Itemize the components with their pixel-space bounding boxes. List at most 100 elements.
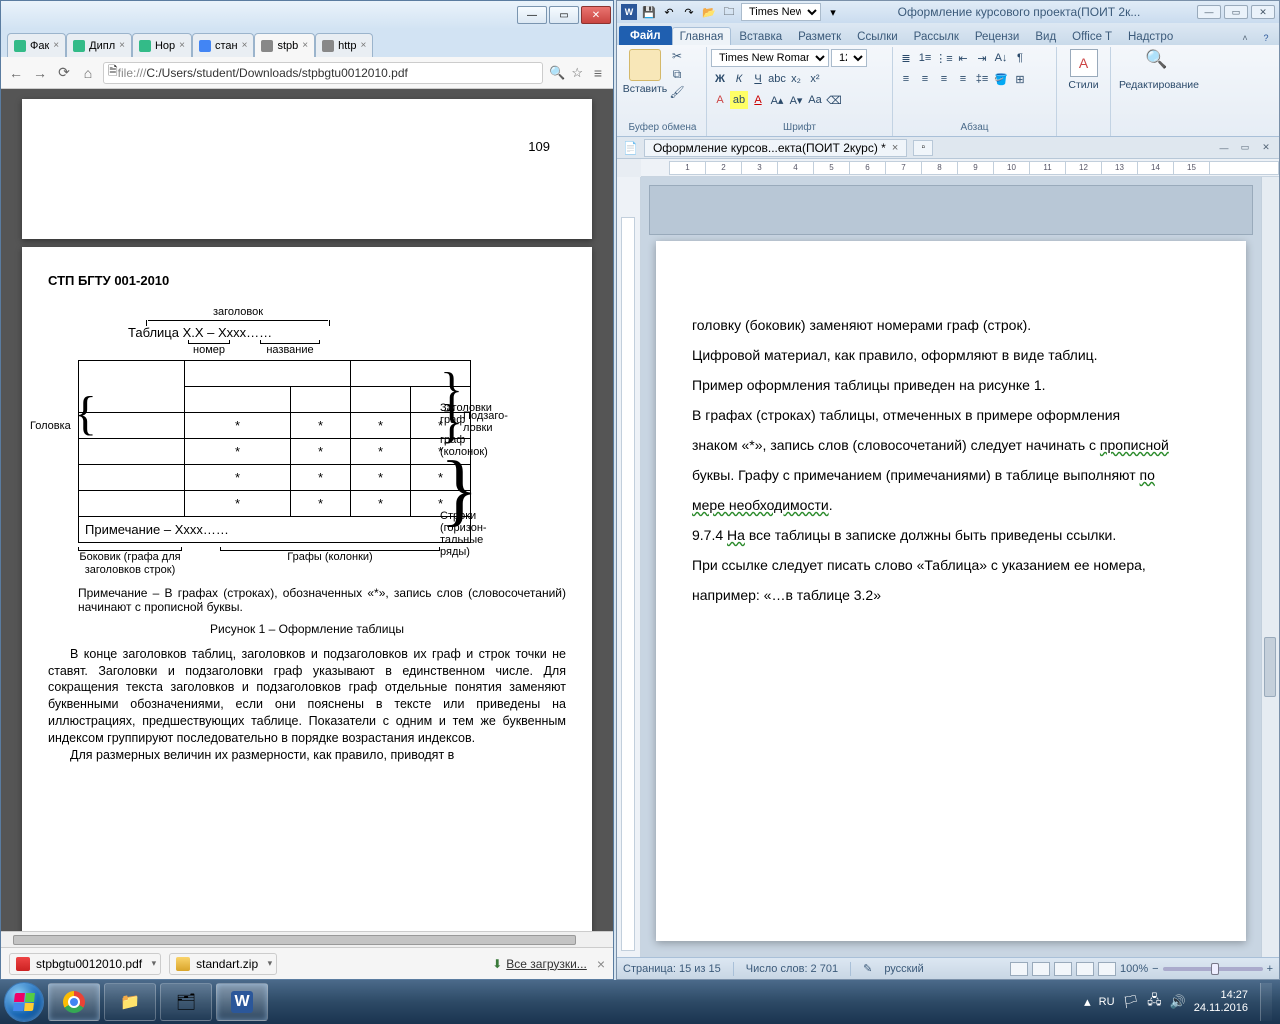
draft-view[interactable]	[1098, 962, 1116, 976]
home-button[interactable]: ⌂	[79, 64, 97, 82]
pdf-viewer[interactable]: 109 СТП БГТУ 001-2010 заголовок Таблица …	[1, 89, 613, 931]
back-button[interactable]: ←	[7, 64, 25, 82]
spellcheck-icon[interactable]: ✎	[863, 962, 872, 975]
new-doc-tab[interactable]: ▫	[913, 140, 933, 156]
styles-button[interactable]: AСтили	[1062, 49, 1106, 133]
read-view[interactable]	[1032, 962, 1050, 976]
close-tab-icon[interactable]: ×	[119, 40, 125, 51]
help-icon[interactable]: ?	[1257, 31, 1275, 45]
taskbar-word[interactable]: W	[216, 983, 268, 1021]
volume-icon[interactable]: 🔊	[1170, 994, 1186, 1010]
ribbon-tab-layout[interactable]: Разметк	[790, 27, 849, 45]
bullets-button[interactable]: ≣	[897, 49, 915, 67]
copy-icon[interactable]: ⧉	[669, 67, 685, 81]
start-button[interactable]	[4, 982, 44, 1022]
scroll-thumb[interactable]	[13, 935, 576, 945]
close-tab-icon[interactable]: ×	[53, 40, 59, 51]
star-icon[interactable]: ☆	[571, 65, 583, 81]
redo-icon[interactable]: ↷	[681, 4, 697, 20]
justify-button[interactable]: ≡	[954, 70, 972, 88]
maximize-button[interactable]: ▭	[549, 6, 579, 24]
shrink-font-button[interactable]: A▾	[787, 91, 805, 109]
ribbon-minimize-icon[interactable]: ˄	[1236, 31, 1254, 45]
borders-button[interactable]: ⊞	[1011, 70, 1029, 88]
close-button[interactable]: ✕	[581, 6, 611, 24]
format-painter-icon[interactable]: 🖌	[669, 85, 685, 99]
highlight-button[interactable]: ab	[730, 91, 748, 109]
ribbon-tab-nadstr[interactable]: Надстро	[1120, 27, 1181, 45]
close-doc-icon[interactable]: ×	[892, 142, 898, 154]
superscript-button[interactable]: x²	[806, 70, 824, 88]
document-page[interactable]: головку (боковик) заменяют номерами граф…	[656, 241, 1246, 941]
ribbon-tab-mail[interactable]: Рассылк	[906, 27, 967, 45]
download-item[interactable]: standart.zip▾	[169, 953, 277, 975]
chevron-down-icon[interactable]: ▾	[268, 958, 273, 969]
save-icon[interactable]: 💾	[641, 4, 657, 20]
zoom-out-button[interactable]: −	[1152, 963, 1158, 975]
browser-tab[interactable]: стан×	[192, 33, 254, 57]
undo-icon[interactable]: ↶	[661, 4, 677, 20]
increase-indent-button[interactable]: ⇥	[973, 49, 991, 67]
browser-tab[interactable]: Дипл×	[66, 33, 132, 57]
vertical-ruler[interactable]	[617, 177, 641, 957]
restore-button[interactable]: ▭	[1224, 5, 1248, 19]
close-tab-icon[interactable]: ×	[179, 40, 185, 51]
tray-up-icon[interactable]: ▴	[1084, 994, 1091, 1010]
language-indicator[interactable]: RU	[1099, 996, 1115, 1008]
folder-icon[interactable]: 🗀	[721, 4, 737, 20]
ribbon-tab-office[interactable]: Office T	[1064, 27, 1120, 45]
horizontal-ruler[interactable]: 123456789101112131415	[641, 159, 1279, 177]
align-left-button[interactable]: ≡	[897, 70, 915, 88]
horizontal-scrollbar[interactable]	[1, 931, 613, 947]
menu-button[interactable]: ≡	[589, 64, 607, 82]
chevron-down-icon[interactable]: ▾	[152, 958, 157, 969]
cut-icon[interactable]: ✂	[669, 49, 685, 63]
zoom-in-button[interactable]: +	[1267, 963, 1273, 975]
document-canvas[interactable]: головку (боковик) заменяют номерами граф…	[641, 177, 1261, 957]
address-bar[interactable]: 🗎 file:///C:/Users/student/Downloads/stp…	[103, 62, 543, 84]
numbering-button[interactable]: 1≡	[916, 49, 934, 67]
document-tab[interactable]: Оформление курсов...екта(ПОИТ 2курс) *×	[644, 139, 907, 157]
ribbon-tab-home[interactable]: Главная	[672, 27, 732, 45]
doc-close-button[interactable]: ✕	[1257, 141, 1275, 155]
status-words[interactable]: Число слов: 2 701	[746, 963, 838, 975]
taskbar-chrome[interactable]	[48, 983, 100, 1021]
network-icon[interactable]: 🖧	[1147, 991, 1162, 1013]
ribbon-tab-insert[interactable]: Вставка	[731, 27, 790, 45]
close-tab-icon[interactable]: ×	[242, 40, 248, 51]
font-size-select[interactable]: 12	[831, 49, 867, 67]
text-effects-button[interactable]: A	[711, 91, 729, 109]
close-tab-icon[interactable]: ×	[302, 40, 308, 51]
zoom-thumb[interactable]	[1211, 963, 1219, 975]
status-language[interactable]: русский	[884, 963, 923, 975]
show-all-downloads[interactable]: Все загрузки...	[506, 957, 587, 971]
qat-font-select[interactable]: Times New Ro	[741, 3, 821, 21]
zoom-icon[interactable]: 🔍	[549, 65, 565, 81]
decrease-indent-button[interactable]: ⇤	[954, 49, 972, 67]
web-view[interactable]	[1054, 962, 1072, 976]
editing-button[interactable]: 🔍Редактирование	[1119, 49, 1199, 133]
reload-button[interactable]: ⟳	[55, 64, 73, 82]
ribbon-tab-refs[interactable]: Ссылки	[849, 27, 906, 45]
sort-button[interactable]: A↓	[992, 49, 1010, 67]
line-spacing-button[interactable]: ‡≡	[973, 70, 991, 88]
bold-button[interactable]: Ж	[711, 70, 729, 88]
scroll-thumb[interactable]	[1264, 637, 1276, 697]
browser-tab[interactable]: Фак×	[7, 33, 66, 57]
status-zoom[interactable]: 100%	[1120, 963, 1148, 975]
close-button[interactable]: ✕	[1251, 5, 1275, 19]
paste-button[interactable]: Вставить	[623, 49, 667, 122]
close-tab-icon[interactable]: ×	[360, 40, 366, 51]
italic-button[interactable]: К	[730, 70, 748, 88]
zoom-slider[interactable]	[1163, 967, 1263, 971]
align-right-button[interactable]: ≡	[935, 70, 953, 88]
close-download-bar[interactable]: ×	[597, 956, 605, 972]
qat-dropdown-icon[interactable]: ▾	[825, 4, 841, 20]
multilevel-button[interactable]: ⋮≡	[935, 49, 953, 67]
subscript-button[interactable]: x₂	[787, 70, 805, 88]
clock[interactable]: 14:27 24.11.2016	[1194, 989, 1248, 1014]
font-family-select[interactable]: Times New Roman	[711, 49, 829, 67]
browser-tab[interactable]: http×	[315, 33, 373, 57]
change-case-button[interactable]: Aa	[806, 91, 824, 109]
align-center-button[interactable]: ≡	[916, 70, 934, 88]
